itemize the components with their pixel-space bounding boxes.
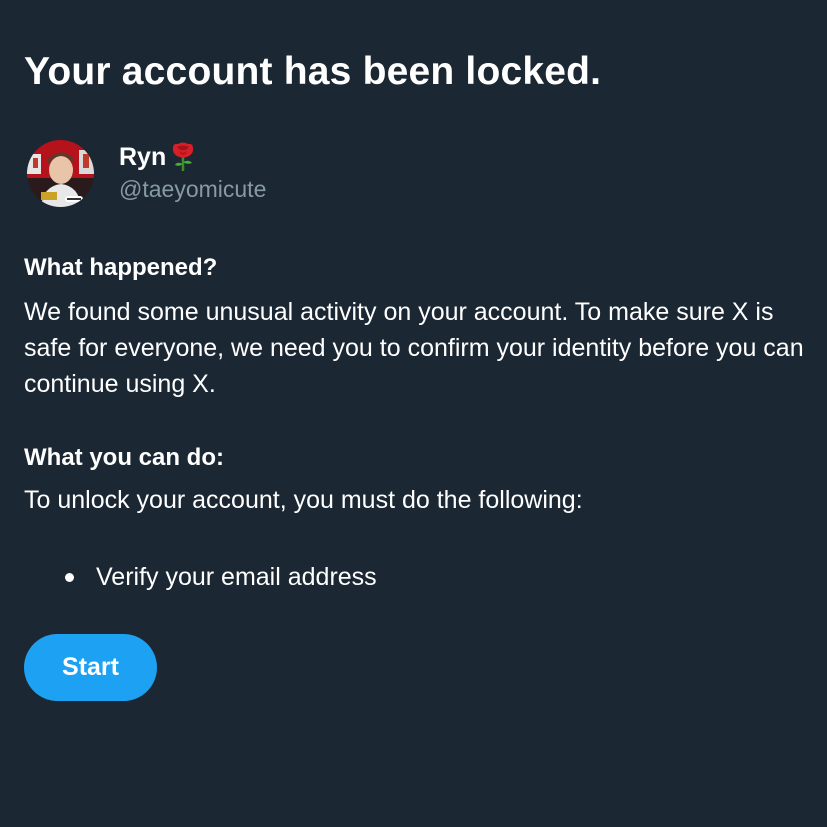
user-profile: Ryn @taeyomicute xyxy=(27,140,266,207)
avatar xyxy=(27,140,94,207)
display-name-row: Ryn xyxy=(119,142,266,172)
what-you-can-do-heading: What you can do: xyxy=(24,444,224,471)
user-avatar-icon xyxy=(27,140,94,207)
profile-text: Ryn @taeyomicute xyxy=(119,142,266,203)
what-happened-body: We found some unusual activity on your a… xyxy=(24,298,804,398)
start-button[interactable]: Start xyxy=(24,634,157,701)
rose-icon xyxy=(169,142,197,172)
user-handle: @taeyomicute xyxy=(119,176,267,202)
list-item: Verify your email address xyxy=(24,559,377,595)
page-title: Your account has been locked. xyxy=(24,50,602,93)
display-name: Ryn xyxy=(119,142,167,171)
step-verify-email: Verify your email address xyxy=(96,562,377,591)
what-happened-heading: What happened? xyxy=(24,254,218,281)
bullet-icon xyxy=(65,572,74,582)
steps-list: Verify your email address xyxy=(24,559,377,595)
what-you-can-do-body: To unlock your account, you must do the … xyxy=(24,486,583,514)
